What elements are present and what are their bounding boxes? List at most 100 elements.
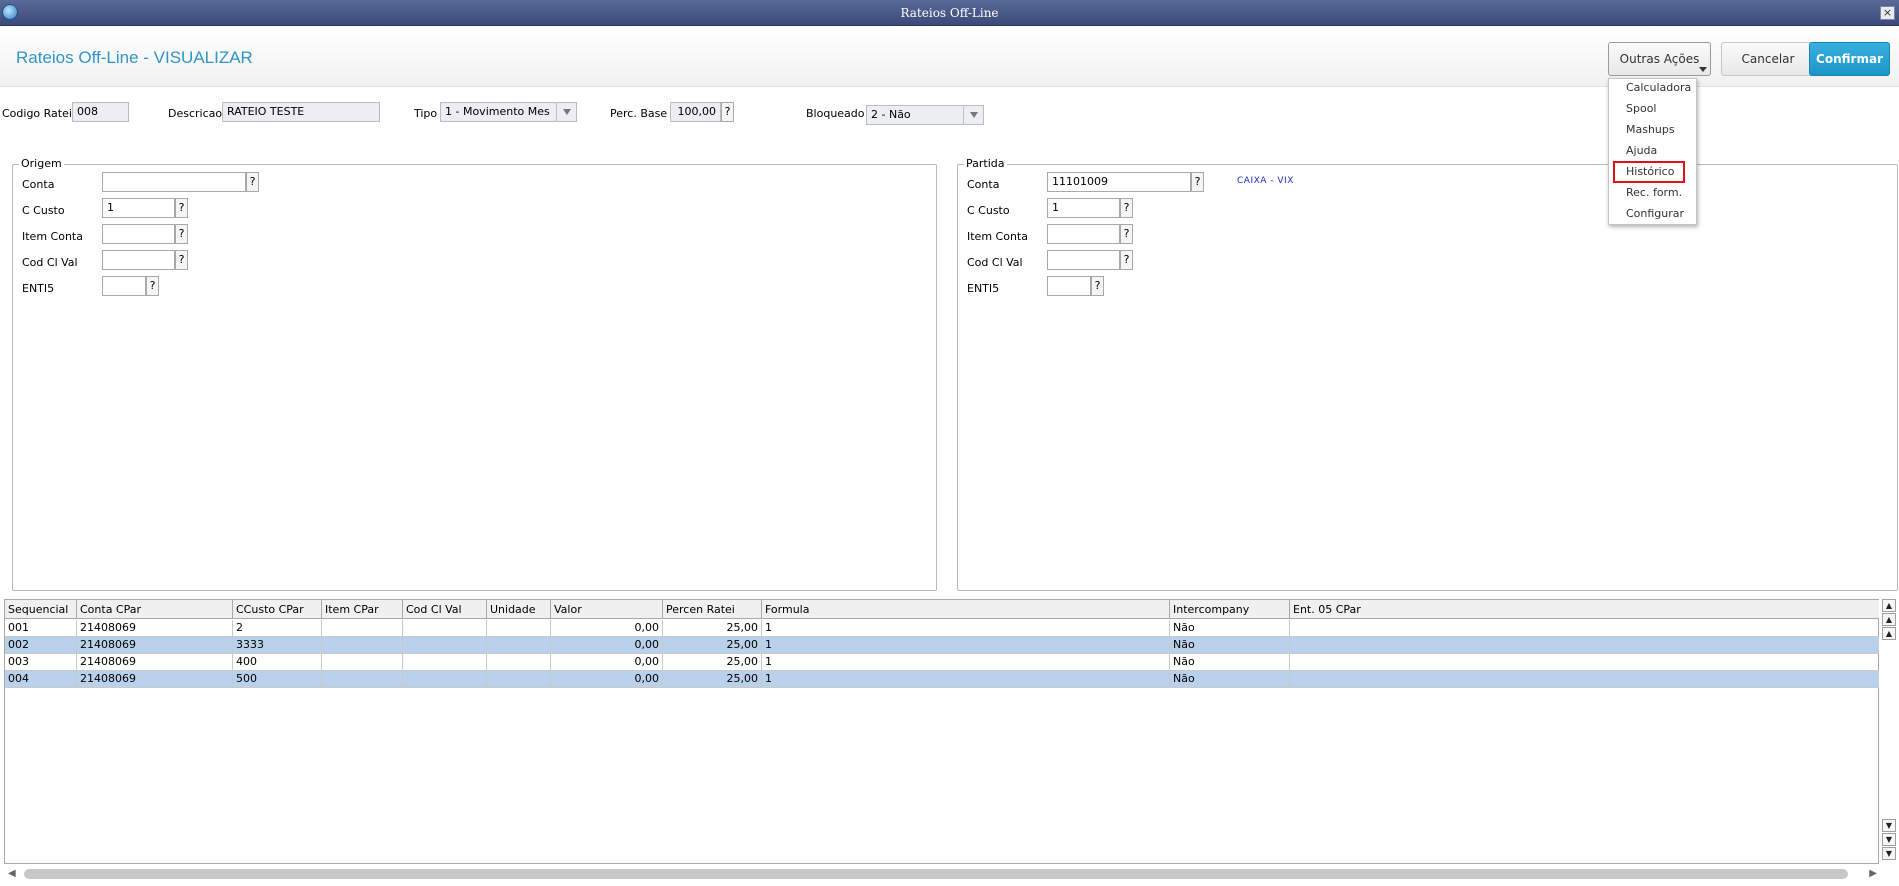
cell-percen-ratei[interactable]: 25,00	[663, 637, 762, 653]
partida-conta-input[interactable]: 11101009	[1047, 172, 1191, 192]
cell-valor[interactable]: 0,00	[551, 654, 663, 670]
grid-horizontal-scrollbar[interactable]: ◀ ▶	[4, 866, 1879, 882]
cell-item-cpar[interactable]	[322, 654, 403, 670]
cell-conta-cpar[interactable]: 21408069	[77, 654, 233, 670]
cell-sequencial[interactable]: 003	[5, 654, 77, 670]
cell-intercompany[interactable]: Não	[1170, 620, 1290, 636]
cell-item-cpar[interactable]	[322, 637, 403, 653]
scroll-down-icon[interactable]: ▼	[1882, 819, 1896, 832]
cell-percen-ratei[interactable]: 25,00	[663, 654, 762, 670]
origem-conta-input[interactable]	[102, 172, 246, 192]
cell-ent05-cpar[interactable]	[1290, 620, 1879, 636]
col-header-formula[interactable]: Formula	[762, 600, 1170, 619]
cell-ccusto-cpar[interactable]: 3333	[233, 637, 322, 653]
col-header-valor[interactable]: Valor	[551, 600, 663, 619]
col-header-item-cpar[interactable]: Item CPar	[322, 600, 403, 619]
cell-ent05-cpar[interactable]	[1290, 671, 1879, 687]
cell-sequencial[interactable]: 004	[5, 671, 77, 687]
cell-valor[interactable]: 0,00	[551, 637, 663, 653]
origem-cod-cl-val-input[interactable]	[102, 250, 175, 270]
cell-valor[interactable]: 0,00	[551, 620, 663, 636]
cell-percen-ratei[interactable]: 25,00	[663, 671, 762, 687]
cell-unidade[interactable]	[487, 637, 551, 653]
origem-enti5-help-button[interactable]: ?	[146, 276, 159, 296]
cell-valor[interactable]: 0,00	[551, 671, 663, 687]
scroll-left-icon[interactable]: ◀	[8, 868, 16, 879]
col-header-sequencial[interactable]: Sequencial	[5, 600, 77, 619]
col-header-ent05-cpar[interactable]: Ent. 05 CPar	[1290, 600, 1879, 619]
tipo-dropdown-icon[interactable]	[556, 103, 576, 121]
codigo-rateio-field[interactable]: 008	[72, 102, 129, 122]
cell-formula[interactable]: 1	[762, 620, 1170, 636]
cell-intercompany[interactable]: Não	[1170, 654, 1290, 670]
partida-item-conta-help-button[interactable]: ?	[1120, 224, 1133, 244]
table-row[interactable]: 001 21408069 2 0,00 25,00 1 Não	[5, 620, 1879, 637]
outras-acoes-button[interactable]: Outras Ações	[1608, 42, 1711, 76]
cell-unidade[interactable]	[487, 620, 551, 636]
scroll-top-icon[interactable]: ▲	[1882, 599, 1896, 612]
cell-ccusto-cpar[interactable]: 500	[233, 671, 322, 687]
grid-vertical-scrollbar[interactable]: ▲ ▲ ▲ ▼ ▼ ▼	[1880, 599, 1898, 864]
col-header-intercompany[interactable]: Intercompany	[1170, 600, 1290, 619]
menu-item-calculadora[interactable]: Calculadora	[1626, 81, 1691, 94]
confirm-button[interactable]: Confirmar	[1809, 42, 1890, 76]
origem-ccusto-help-button[interactable]: ?	[175, 198, 188, 218]
cell-cod-cl-val[interactable]	[403, 671, 487, 687]
col-header-ccusto-cpar[interactable]: CCusto CPar	[233, 600, 322, 619]
col-header-cod-cl-val[interactable]: Cod Cl Val	[403, 600, 487, 619]
origem-item-conta-input[interactable]	[102, 224, 175, 244]
cell-formula[interactable]: 1	[762, 671, 1170, 687]
origem-cod-cl-val-help-button[interactable]: ?	[175, 250, 188, 270]
cancel-button[interactable]: Cancelar	[1721, 42, 1815, 76]
scroll-up-icon[interactable]: ▲	[1882, 627, 1896, 640]
table-row[interactable]: 004 21408069 500 0,00 25,00 1 Não	[5, 671, 1879, 688]
menu-item-ajuda[interactable]: Ajuda	[1626, 144, 1657, 157]
cell-unidade[interactable]	[487, 654, 551, 670]
cell-unidade[interactable]	[487, 671, 551, 687]
cell-conta-cpar[interactable]: 21408069	[77, 671, 233, 687]
menu-item-rec-form[interactable]: Rec. form.	[1626, 186, 1682, 199]
cell-cod-cl-val[interactable]	[403, 637, 487, 653]
col-header-percen-ratei[interactable]: Percen Ratei	[663, 600, 762, 619]
partida-ccusto-help-button[interactable]: ?	[1120, 198, 1133, 218]
partida-cod-cl-val-help-button[interactable]: ?	[1120, 250, 1133, 270]
cell-formula[interactable]: 1	[762, 637, 1170, 653]
partida-item-conta-input[interactable]	[1047, 224, 1120, 244]
origem-enti5-input[interactable]	[102, 276, 146, 296]
partida-cod-cl-val-input[interactable]	[1047, 250, 1120, 270]
cell-ccusto-cpar[interactable]: 400	[233, 654, 322, 670]
cell-item-cpar[interactable]	[322, 620, 403, 636]
menu-item-configurar[interactable]: Configurar	[1626, 207, 1684, 220]
cell-cod-cl-val[interactable]	[403, 620, 487, 636]
col-header-unidade[interactable]: Unidade	[487, 600, 551, 619]
origem-ccusto-input[interactable]: 1	[102, 198, 175, 218]
perc-base-field[interactable]: 100,00	[670, 102, 721, 122]
cell-ent05-cpar[interactable]	[1290, 654, 1879, 670]
tipo-select[interactable]: 1 - Movimento Mes	[440, 102, 577, 122]
cell-ccusto-cpar[interactable]: 2	[233, 620, 322, 636]
descricao-field[interactable]: RATEIO TESTE	[222, 102, 380, 122]
perc-base-help-button[interactable]: ?	[721, 102, 734, 122]
scroll-right-icon[interactable]: ▶	[1869, 868, 1877, 879]
cell-conta-cpar[interactable]: 21408069	[77, 637, 233, 653]
menu-item-spool[interactable]: Spool	[1626, 102, 1656, 115]
cell-item-cpar[interactable]	[322, 671, 403, 687]
cell-percen-ratei[interactable]: 25,00	[663, 620, 762, 636]
bloqueado-select[interactable]: 2 - Não	[866, 105, 984, 125]
partida-conta-help-button[interactable]: ?	[1191, 172, 1204, 192]
menu-item-mashups[interactable]: Mashups	[1626, 123, 1675, 136]
cell-ent05-cpar[interactable]	[1290, 637, 1879, 653]
scroll-page-up-icon[interactable]: ▲	[1882, 613, 1896, 626]
close-window-button[interactable]: ×	[1880, 6, 1895, 20]
horizontal-scroll-thumb[interactable]	[24, 869, 1848, 879]
cell-formula[interactable]: 1	[762, 654, 1170, 670]
table-row[interactable]: 002 21408069 3333 0,00 25,00 1 Não	[5, 637, 1879, 654]
origem-conta-help-button[interactable]: ?	[246, 172, 259, 192]
cell-intercompany[interactable]: Não	[1170, 671, 1290, 687]
cell-sequencial[interactable]: 001	[5, 620, 77, 636]
partida-enti5-help-button[interactable]: ?	[1091, 276, 1104, 296]
origem-item-conta-help-button[interactable]: ?	[175, 224, 188, 244]
cell-intercompany[interactable]: Não	[1170, 637, 1290, 653]
bloqueado-dropdown-icon[interactable]	[963, 106, 983, 124]
partida-enti5-input[interactable]	[1047, 276, 1091, 296]
